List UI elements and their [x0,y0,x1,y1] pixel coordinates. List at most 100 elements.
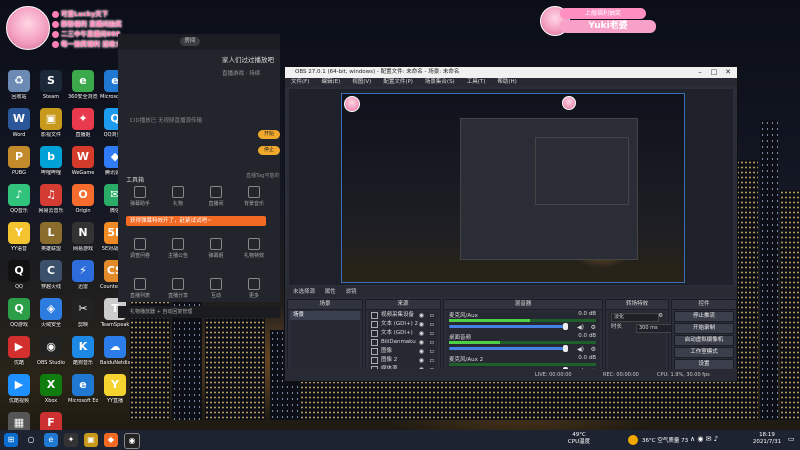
control-button[interactable]: 工作室模式 [674,347,734,358]
lock-icon[interactable]: ▫ [430,338,434,347]
speaker-icon[interactable]: ◀) [577,346,584,353]
start-icon[interactable]: ⊞ [4,433,18,447]
search-icon[interactable]: ○ [24,433,38,447]
speaker-icon[interactable]: ◀) [577,324,584,331]
desktop-icon[interactable]: ☁ BaiduNetdisk [100,336,130,372]
desktop-icon[interactable]: W WeGame [68,146,98,182]
desktop-icon[interactable]: e Microsoft Edge [68,374,98,410]
desktop-icon[interactable]: ◈ 火绒安全 [36,298,66,334]
lock-icon[interactable]: ▫ [430,356,434,365]
obs-menu-item[interactable]: 配置文件(P) [383,79,413,85]
folder-taskbar-icon[interactable]: ▣ [84,433,98,447]
control-button[interactable]: 停止推流 [674,311,734,322]
source-item[interactable]: BiliDanmaku ◉ ▫ [368,338,438,347]
clock[interactable]: 18:19 2021/7/31 [752,432,782,446]
tool-item[interactable]: 直播间 [198,186,234,207]
desktop-icon[interactable]: Y YY直播 [100,374,130,410]
tool-item[interactable]: 弹幕姬 [198,238,234,259]
lock-icon[interactable]: ▫ [430,311,434,320]
eye-icon[interactable]: ◉ [419,347,424,356]
obs-menu-item[interactable]: 视图(V) [352,79,371,85]
desktop-icon[interactable]: ✦ 直播姬 [68,108,98,144]
tool-item[interactable]: 直播列表 [122,278,158,299]
fader-knob[interactable] [563,345,568,352]
desktop-icon[interactable]: ▶ 优酷视频 [4,374,34,410]
obs-menu-item[interactable]: 帮助(H) [497,79,516,85]
lock-icon[interactable]: ▫ [430,329,434,338]
obs-menu-item[interactable]: 工具(T) [467,79,486,85]
source-item[interactable]: 文本 (GDI+) 2 ◉ ▫ [368,320,438,329]
desktop-icon[interactable]: X Xbox [36,374,66,410]
filters-button[interactable]: 滤镜 [346,289,357,295]
desktop-icon[interactable]: Y YY语音 [4,222,34,258]
eye-icon[interactable]: ◉ [419,329,424,338]
effect-tip[interactable]: 获得弹幕特效开了，赶紧试试吧~ [126,216,266,226]
tool-item[interactable]: 调查问卷 [122,238,158,259]
helper-tab-room[interactable]: 房间 [180,37,200,46]
lock-icon[interactable]: ▫ [430,347,434,356]
scene-item[interactable]: 场景 [290,311,360,320]
close-icon[interactable]: ✕ [721,67,735,78]
desktop-icon[interactable]: e 360安全浏览器 [68,70,98,106]
transition-select[interactable]: 淡化 [611,313,659,322]
app-taskbar-icon[interactable]: ✦ [64,433,78,447]
source-item[interactable]: 文本 (GDI+) ◉ ▫ [368,329,438,338]
eye-icon[interactable]: ◉ [419,311,424,320]
desktop-icon[interactable]: O Origin [68,184,98,220]
eye-icon[interactable]: ◉ [419,338,424,347]
obs-menu-item[interactable]: 编辑(E) [321,79,340,85]
desktop-icon[interactable]: ⚡ 迅雷 [68,260,98,296]
stop-live-button[interactable]: 停止 [258,146,280,155]
desktop-icon[interactable]: ♪ QQ音乐 [4,184,34,220]
control-button[interactable]: 开始录制 [674,323,734,334]
desktop-icon[interactable]: ♫ 网易云音乐 [36,184,66,220]
tool-item[interactable]: 礼物 [160,186,196,207]
desktop-icon[interactable]: ◉ OBS Studio [36,336,66,372]
gear-icon[interactable]: ⚙ [591,346,596,353]
volume-fader[interactable] [449,345,568,352]
obs-menu-item[interactable]: 文件(F) [291,79,309,85]
notification-icon[interactable]: ▭ [788,435,795,443]
maximize-icon[interactable]: □ [707,67,721,78]
source-item[interactable]: 图像 ◉ ▫ [368,347,438,356]
desktop-icon[interactable]: C 穿越火线 [36,260,66,296]
desktop-icon[interactable]: Q QQ [4,260,34,296]
desktop-icon[interactable]: L 英雄联盟 [36,222,66,258]
desktop-icon[interactable]: K 酷狗音乐 [68,336,98,372]
source-item[interactable]: 图像 2 ◉ ▫ [368,356,438,365]
desktop-icon[interactable]: b 哔哩哔哩 [36,146,66,182]
minimize-icon[interactable]: – [693,67,707,78]
gear-icon[interactable]: ⚙ [658,311,663,322]
control-button[interactable]: 启动虚拟摄像机 [674,335,734,346]
eye-icon[interactable]: ◉ [419,356,424,365]
helper-taskbar-icon[interactable]: ◆ [104,433,118,447]
desktop-icon[interactable]: ♻ 回收站 [4,70,34,106]
desktop-icon[interactable]: ▶ 优酷 [4,336,34,372]
tray-icons[interactable]: ∧ ◉ ✉ ♪ [690,435,718,443]
helper-footer[interactable]: 礼物播放器 + 自动回复管理 [118,306,280,318]
weather-icon[interactable] [628,435,638,445]
obs-menu-item[interactable]: 场景集合(S) [425,79,455,85]
fader-knob[interactable] [563,323,568,330]
desktop-icon[interactable]: S Steam [36,70,66,106]
properties-button[interactable]: 属性 [325,289,336,295]
desktop-icon[interactable]: P PUBG [4,146,34,182]
obs-taskbar-icon[interactable]: ◉ [124,433,140,449]
tool-item[interactable]: 礼物特效 [236,238,272,259]
start-live-button[interactable]: 开始 [258,130,280,139]
desktop-icon[interactable]: ▣ 影视文件 [36,108,66,144]
tool-item[interactable]: 背景音乐 [236,186,272,207]
gear-icon[interactable]: ⚙ [591,324,596,331]
eye-icon[interactable]: ◉ [419,320,424,329]
source-item[interactable]: 视频采集设备 ◉ ▫ [368,311,438,320]
desktop-icon[interactable]: W Word [4,108,34,144]
edge-taskbar-icon[interactable]: e [44,433,58,447]
lock-icon[interactable]: ▫ [430,320,434,329]
desktop-icon[interactable]: Q QQ游戏 [4,298,34,334]
desktop-icon[interactable]: N 网易游戏 [68,222,98,258]
desktop-icon[interactable]: ✂ 剪映 [68,298,98,334]
volume-fader[interactable] [449,323,568,330]
weather-text[interactable]: 36°C 空气质量 73 [642,436,688,444]
tool-item[interactable]: 弹幕助手 [122,186,158,207]
tool-item[interactable]: 主播公告 [160,238,196,259]
